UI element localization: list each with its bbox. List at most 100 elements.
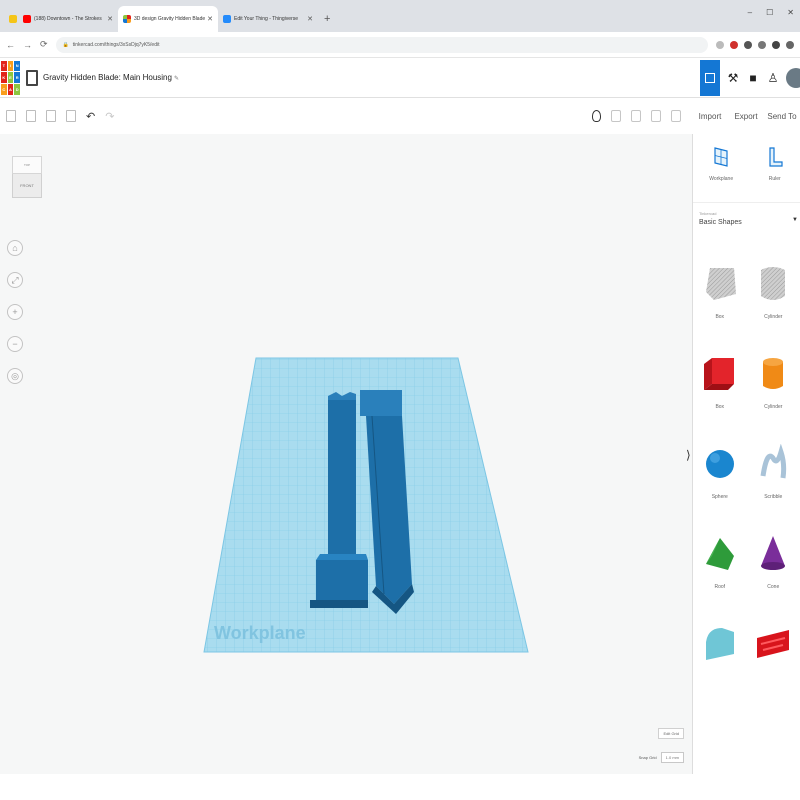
edit-tools: ↶ ↷ (6, 110, 114, 123)
round-roof-icon (705, 628, 734, 660)
shape-scribble[interactable]: Scribble (755, 444, 791, 500)
workplane-label: Workplane (214, 623, 306, 643)
tinkercad-window: (188) Downtown - The Strokes ✕ 3D design… (0, 0, 800, 800)
tab-thingiverse[interactable]: Edit Your Thing - Thingiverse ✕ (218, 6, 318, 32)
workplane-icon (714, 147, 728, 167)
puzzle-icon[interactable] (758, 40, 766, 49)
box-hole-icon (705, 268, 736, 300)
tinkercad-logo[interactable]: T I N K E R C A D (1, 60, 20, 95)
shape-box[interactable]: Box (702, 354, 738, 410)
duplicate-icon[interactable] (46, 110, 56, 122)
send-to-button[interactable]: Send To (764, 112, 800, 121)
close-icon[interactable]: ✕ (207, 15, 213, 23)
design-view-button[interactable] (700, 60, 720, 96)
shape-round-roof[interactable] (702, 624, 738, 674)
group-icon[interactable] (611, 110, 621, 122)
tab-title: (188) Downtown - The Strokes (34, 16, 102, 22)
scribble-icon (760, 444, 787, 479)
edit-grid: Edit Grid (628, 728, 684, 739)
edit-title-icon[interactable]: ✎ (174, 76, 179, 82)
edit-grid-button[interactable]: Edit Grid (658, 728, 684, 739)
tinkercad-favicon-icon (123, 15, 131, 23)
lightbulb-icon[interactable] (592, 110, 601, 122)
shape-cylinder-hole[interactable]: Cylinder (755, 264, 791, 320)
snap-grid: Snap Grid 1.0 mm (639, 752, 684, 763)
new-tab-button[interactable]: + (318, 6, 336, 32)
box-icon (703, 358, 734, 390)
zoom-out-icon[interactable]: − (7, 336, 23, 352)
shape-sphere[interactable]: Sphere (702, 444, 738, 500)
shape-label: Box (715, 404, 725, 410)
shape-cylinder[interactable]: Cylinder (755, 354, 791, 410)
close-icon[interactable]: ✕ (107, 15, 113, 23)
chevron-down-icon: ▼ (792, 217, 798, 223)
shape-label: Roof (714, 584, 726, 590)
blocks-icon[interactable]: ⚒ (726, 71, 740, 85)
close-icon[interactable]: ✕ (307, 15, 313, 23)
tab-pinned[interactable] (4, 6, 18, 32)
view-cube-top[interactable]: TOP (12, 156, 42, 174)
add-user-icon[interactable]: ♙ (766, 71, 780, 85)
adblock-icon[interactable] (730, 40, 738, 49)
menu-icon[interactable] (786, 40, 794, 49)
workplane-canvas[interactable]: Workplane TOP FRONT ⌂ ⤢ + − ◎ Edit Grid … (0, 134, 692, 774)
mirror-icon[interactable] (671, 110, 681, 122)
cone-icon (761, 536, 786, 570)
3d-scene[interactable]: Workplane (0, 134, 692, 774)
text-icon (757, 630, 790, 658)
shape-roof[interactable]: Roof (702, 534, 738, 590)
shape-text[interactable] (755, 624, 791, 674)
profile-icon[interactable] (772, 40, 780, 49)
ungroup-icon[interactable] (631, 110, 641, 122)
zoom-in-icon[interactable]: + (7, 304, 23, 320)
back-icon[interactable]: ← (6, 40, 15, 50)
home-view-icon[interactable]: ⌂ (7, 240, 23, 256)
shape-label: Cylinder (764, 404, 783, 410)
extension-icon[interactable] (744, 40, 752, 49)
shape-grid: Box Cylinder Box Cylinder Sphere Scribbl… (693, 234, 800, 674)
view-cube-front[interactable]: FRONT (12, 174, 42, 198)
browser-nav-bar: ← → ⟳ 🔒 tinkercad.com/things/3xSsDjq7yK5… (0, 32, 800, 58)
copy-icon[interactable] (6, 110, 16, 122)
minimize-button[interactable]: – (748, 8, 752, 17)
project-title-text: Gravity Hidden Blade: Main Housing (43, 73, 172, 82)
delete-icon[interactable] (66, 110, 76, 122)
ruler-tool[interactable]: Ruler (766, 146, 784, 202)
roof-icon (705, 538, 734, 570)
logo-letter: K (1, 72, 7, 83)
redo-button[interactable]: ↷ (105, 110, 114, 123)
lock-icon: 🔒 (62, 41, 69, 48)
align-icon[interactable] (651, 110, 661, 122)
reload-icon[interactable]: ⟳ (40, 39, 48, 50)
logo-letter: D (14, 83, 20, 95)
shapes-panel: Workplane Ruler Tinkercad Basic Shapes ▼… (692, 134, 800, 774)
paste-icon[interactable] (26, 110, 36, 122)
avatar[interactable] (786, 68, 800, 88)
star-icon[interactable] (716, 40, 724, 49)
import-button[interactable]: Import (692, 112, 728, 121)
shape-label: Cone (767, 584, 780, 590)
forward-icon[interactable]: → (23, 40, 32, 50)
shape-box-hole[interactable]: Box (702, 264, 738, 320)
tab-tinkercad[interactable]: 3D design Gravity Hidden Blade ✕ (118, 6, 218, 32)
logo-letter: N (14, 60, 20, 72)
ortho-view-icon[interactable]: ◎ (7, 368, 23, 384)
export-button[interactable]: Export (728, 112, 764, 121)
logo-letter: A (7, 83, 14, 95)
view-cube[interactable]: TOP FRONT (12, 156, 42, 198)
editor-toolbar: ↶ ↷ Import Export Send To (0, 98, 800, 134)
snap-grid-select[interactable]: 1.0 mm (660, 752, 684, 763)
maximize-button[interactable]: ☐ (766, 8, 773, 17)
undo-button[interactable]: ↶ (86, 110, 95, 123)
shape-library-select[interactable]: Tinkercad Basic Shapes ▼ (693, 202, 800, 234)
tab-youtube[interactable]: (188) Downtown - The Strokes ✕ (18, 6, 118, 32)
shape-cone[interactable]: Cone (755, 534, 791, 590)
panel-collapse-icon[interactable]: ⟩ (686, 448, 691, 462)
close-window-button[interactable]: ✕ (787, 8, 794, 17)
project-title[interactable]: Gravity Hidden Blade: Main Housing ✎ (43, 73, 179, 82)
workplane-tool[interactable]: Workplane (709, 146, 733, 202)
fit-view-icon[interactable]: ⤢ (7, 272, 23, 288)
address-bar[interactable]: 🔒 tinkercad.com/things/3xSsDjq7yK5/edit (55, 36, 708, 53)
bottom-blank (0, 774, 800, 800)
bricks-icon[interactable]: ■ (746, 71, 760, 85)
